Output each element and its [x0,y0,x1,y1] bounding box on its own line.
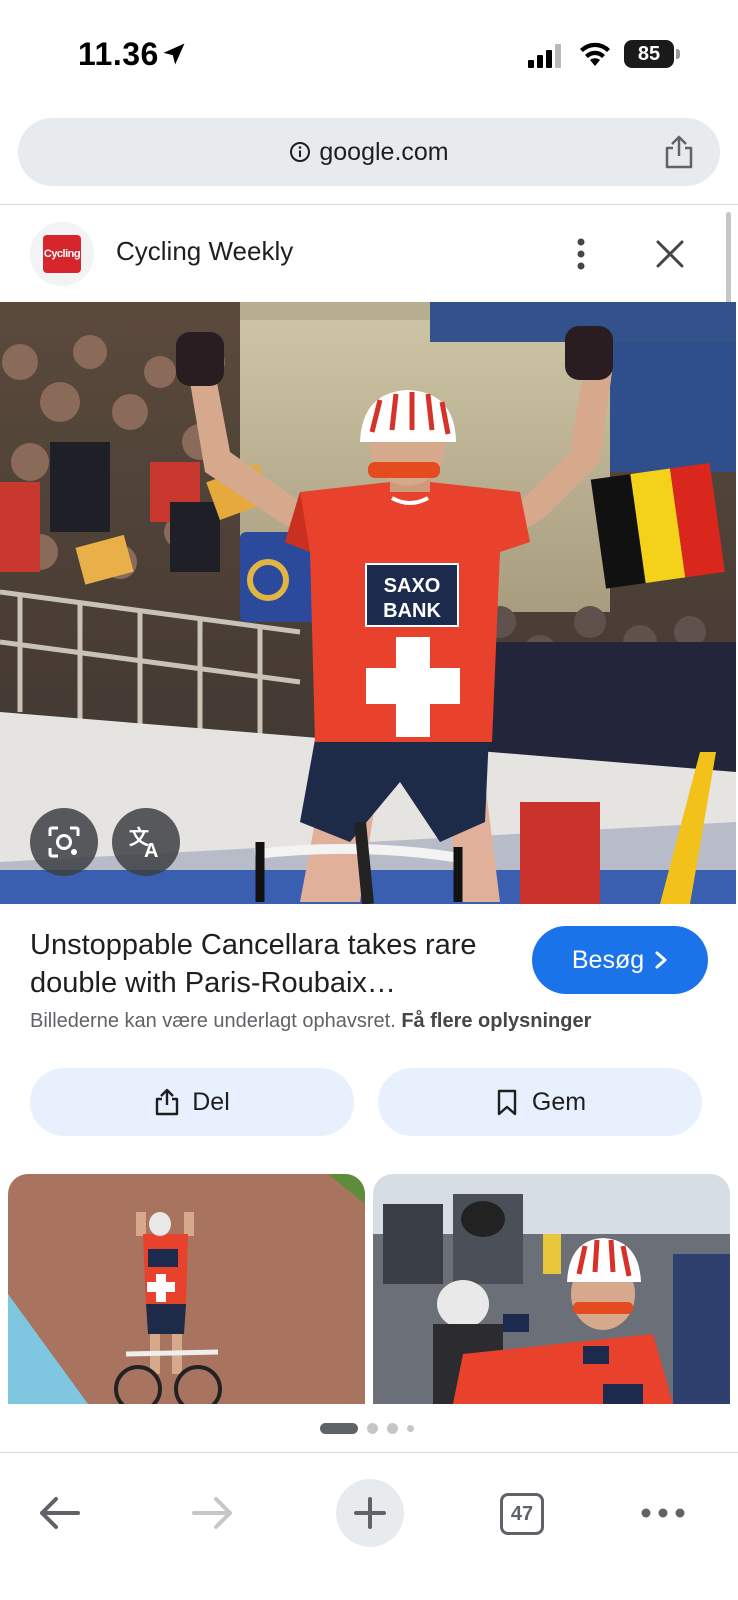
jersey-text-bank: BANK [383,600,441,622]
bookmark-icon [497,1089,517,1116]
cellular-signal-icon [528,44,561,68]
lens-button[interactable] [30,808,98,876]
chevron-right-icon [655,951,667,969]
status-time: 11.36 [78,36,159,72]
copyright-text: Billederne kan være underlagt ophavsret. [30,1010,396,1032]
article-title[interactable]: Unstoppable Cancellara takes rare double… [30,926,500,1002]
lens-icon [48,826,80,858]
related-image[interactable] [373,1174,730,1404]
more-vertical-icon[interactable] [566,234,596,274]
save-button[interactable]: Gem [378,1068,702,1136]
visit-label: Besøg [571,945,645,974]
source-name[interactable]: Cycling Weekly [116,236,293,267]
plus-icon [354,1497,386,1529]
new-tab-button[interactable] [336,1479,404,1547]
share-icon[interactable] [662,134,696,170]
more-horizontal-icon[interactable] [640,1503,686,1523]
pager-dot [407,1424,414,1432]
source-header: Cycling Cycling Weekly [0,206,738,302]
translate-icon: 文 A [129,825,158,860]
svg-text:A: A [144,840,158,860]
cycling-weekly-logo: Cycling [43,235,81,273]
wifi-icon [580,42,610,66]
forward-arrow-icon[interactable] [190,1493,236,1533]
copyright-notice: Billederne kan være underlagt ophavsret.… [30,1010,720,1033]
back-arrow-icon[interactable] [36,1493,82,1533]
share-label: Del [192,1087,230,1116]
bottom-toolbar: 47 [0,1452,738,1600]
visit-button[interactable]: Besøg [532,926,708,994]
main-image[interactable]: SAXO BANK [0,302,736,904]
scrollbar[interactable] [726,212,731,306]
divider [0,204,738,205]
status-bar: 11.36 85 [0,0,738,108]
image-pager [320,1422,414,1434]
url-text[interactable]: google.com [319,138,448,167]
jersey-text-saxo: SAXO [384,575,441,597]
share-icon [156,1088,179,1116]
location-arrow-icon [163,43,185,65]
pager-dot [387,1422,398,1434]
related-image[interactable] [8,1174,365,1404]
translate-button[interactable]: 文 A [112,808,180,876]
source-logo[interactable]: Cycling [30,222,94,286]
close-icon[interactable] [654,238,686,270]
info-icon[interactable] [289,141,311,163]
pager-dot [367,1422,378,1434]
tab-switcher-button[interactable]: 47 [500,1493,544,1535]
pager-dot-active [320,1422,358,1434]
share-button[interactable]: Del [30,1068,354,1136]
url-bar[interactable]: google.com [18,118,720,186]
more-info-link[interactable]: Få flere oplysninger [401,1010,591,1032]
battery-indicator: 85 [624,40,680,68]
save-label: Gem [531,1087,587,1116]
